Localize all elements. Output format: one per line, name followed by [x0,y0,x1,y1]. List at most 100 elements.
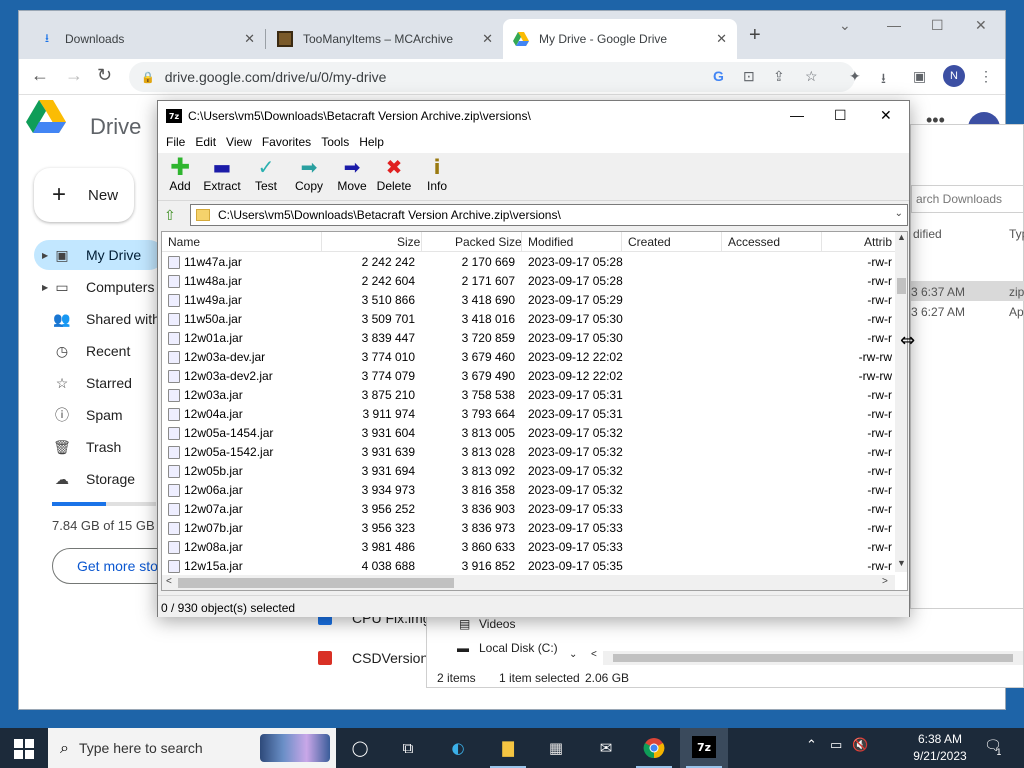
new-tab-button[interactable]: + [749,24,761,47]
col-separator[interactable] [421,232,422,252]
col-modified[interactable]: Modified [528,235,573,249]
taskbar-clock[interactable]: 6:38 AM 9/21/2023 [908,731,972,765]
table-row[interactable]: 12w08a.jar 3 981 486 3 860 633 2023-09-17 0… [162,538,895,557]
install-icon[interactable]: ⊡ [743,68,755,85]
file-row[interactable]: CSDVersion [318,650,428,666]
7zip-titlebar[interactable]: 7z C:\Users\vm5\Downloads\Betacraft Vers… [158,101,909,131]
up-folder-icon[interactable]: ⇧ [164,207,176,224]
table-row[interactable]: 12w15a.jar 4 038 688 3 916 852 2023-09-17 0… [162,557,895,576]
scroll-left-icon[interactable]: < [166,576,172,587]
table-row[interactable]: 12w05a-1454.jar 3 931 604 3 813 005 2023-09… [162,424,895,443]
column-modified[interactable]: dified [913,227,942,241]
scroll-down-icon[interactable]: ▼ [897,558,906,568]
maximize-icon[interactable]: ☐ [931,17,944,34]
volume-muted-icon[interactable]: 🔇 [852,738,868,753]
back-icon[interactable]: ← [31,65,49,86]
task-view-icon[interactable]: ⧉ [396,736,420,760]
col-accessed[interactable]: Accessed [728,235,780,249]
chrome-icon[interactable] [642,736,666,760]
tree-item-videos[interactable]: Videos [479,617,515,631]
7zip-taskbar-button[interactable]: 7z [680,728,728,768]
menu-help[interactable]: Help [359,135,384,149]
col-size[interactable]: Size [397,235,420,249]
minimize-icon[interactable]: — [887,17,901,33]
col-separator[interactable] [521,232,522,252]
table-row[interactable]: 12w01a.jar 3 839 447 3 720 859 2023-09-17 0… [162,329,895,348]
col-separator[interactable] [721,232,722,252]
scroll-left-icon[interactable]: < [591,649,597,660]
tree-item-local-disk[interactable]: Local Disk (C:) [479,641,558,655]
mail-icon[interactable]: ✉ [594,736,618,760]
tab-mcarchive[interactable]: TooManyItems – MCArchive ✕ [267,19,503,59]
vertical-scrollbar[interactable]: ▲ ▼ [895,232,907,572]
expand-arrow-icon[interactable]: ▶ [42,251,48,260]
table-row[interactable]: 12w03a-dev2.jar 3 774 079 3 679 490 2023-09… [162,367,895,386]
scroll-right-icon[interactable]: > [882,576,888,587]
table-row[interactable]: 12w07a.jar 3 956 252 3 836 903 2023-09-17 0… [162,500,895,519]
scroll-down-icon[interactable]: ⌄ [569,649,577,660]
table-row[interactable]: 12w05a-1542.jar 3 931 639 3 813 028 2023-09… [162,443,895,462]
scroll-thumb[interactable] [613,654,1013,662]
table-row[interactable]: 12w04a.jar 3 911 974 3 793 664 2023-09-17 0… [162,405,895,424]
close-window-icon[interactable]: ✕ [975,17,987,34]
table-row[interactable]: 11w48a.jar 2 242 604 2 171 607 2023-09-17 0… [162,272,895,291]
col-name[interactable]: Name [168,235,200,249]
taskbar-search[interactable]: ⌕ Type here to search [48,728,336,768]
menu-favorites[interactable]: Favorites [262,135,311,149]
nav-starred[interactable]: ☆ Starred [34,368,164,398]
store-icon[interactable]: ▦ [544,736,568,760]
col-attrib[interactable]: Attrib [864,235,892,249]
network-icon[interactable]: ▭ [830,738,842,753]
extensions-icon[interactable]: ✦ [849,68,861,85]
side-panel-icon[interactable]: ▣ [913,68,926,85]
extract-button[interactable]: ▬ Extract [200,155,244,199]
add-button[interactable]: ✚ Add [158,155,202,199]
table-row[interactable]: 12w07b.jar 3 956 323 3 836 973 2023-09-17 0… [162,519,895,538]
col-created[interactable]: Created [628,235,671,249]
col-packed-size[interactable]: Packed Size [455,235,522,249]
menu-file[interactable]: File [166,135,185,149]
tab-downloads[interactable]: ⭳ Downloads ✕ [29,19,265,59]
explorer-search-input[interactable]: arch Downloads [911,185,1024,213]
explorer-hscroll[interactable] [603,651,1023,665]
cortana-icon[interactable]: ◯ [348,736,372,760]
bookmark-star-icon[interactable]: ☆ [805,68,818,85]
table-row[interactable]: 12w03a-dev.jar 3 774 010 3 679 460 2023-09-… [162,348,895,367]
address-bar[interactable]: 🔒 drive.google.com/drive/u/0/my-drive G … [129,62,855,92]
menu-tools[interactable]: Tools [321,135,349,149]
tab-google-drive[interactable]: My Drive - Google Drive ✕ [503,19,737,59]
profile-avatar[interactable]: N [943,65,965,87]
table-row[interactable]: 11w50a.jar 3 509 701 3 418 016 2023-09-17 0… [162,310,895,329]
nav-storage[interactable]: ☁ Storage [34,464,164,494]
col-separator[interactable] [821,232,822,252]
reload-icon[interactable]: ↻ [97,65,112,86]
table-row[interactable]: 11w49a.jar 3 510 866 3 418 690 2023-09-17 0… [162,291,895,310]
new-button[interactable]: + New [34,168,134,222]
table-row[interactable]: 12w03a.jar 3 875 210 3 758 538 2023-09-17 0… [162,386,895,405]
table-row[interactable]: 12w05b.jar 3 931 694 3 813 092 2023-09-17 0… [162,462,895,481]
close-tab-icon[interactable]: ✕ [244,31,255,47]
move-button[interactable]: ➡ Move [330,155,374,199]
dropdown-arrow-icon[interactable]: ⌄ [895,208,903,219]
forward-icon[interactable]: → [65,65,83,86]
google-lens-icon[interactable]: G [713,68,724,84]
col-separator[interactable] [321,232,322,252]
edge-icon[interactable]: ◐ [446,736,470,760]
close-tab-icon[interactable]: ✕ [482,31,493,47]
tab-search-icon[interactable]: ⌄ [839,17,851,34]
close-tab-icon[interactable]: ✕ [716,31,727,47]
delete-button[interactable]: ✖ Delete [372,155,416,199]
test-button[interactable]: ✓ Test [244,155,288,199]
table-row[interactable]: 11w47a.jar 2 242 242 2 170 669 2023-09-17 0… [162,253,895,272]
nav-spam[interactable]: ⓘ Spam [34,400,164,430]
expand-arrow-icon[interactable]: ▶ [42,283,48,292]
nav-trash[interactable]: 🗑 Trash [34,432,164,462]
table-row[interactable]: 12w06a.jar 3 934 973 3 816 358 2023-09-17 0… [162,481,895,500]
info-button[interactable]: i Info [415,155,459,199]
close-icon[interactable]: ✕ [880,107,892,124]
col-separator[interactable] [621,232,622,252]
minimize-icon[interactable]: — [790,107,804,123]
nav-computers[interactable]: ▶ ▭ Computers [34,272,164,302]
maximize-icon[interactable]: ☐ [834,107,847,124]
scroll-thumb[interactable] [178,578,454,588]
